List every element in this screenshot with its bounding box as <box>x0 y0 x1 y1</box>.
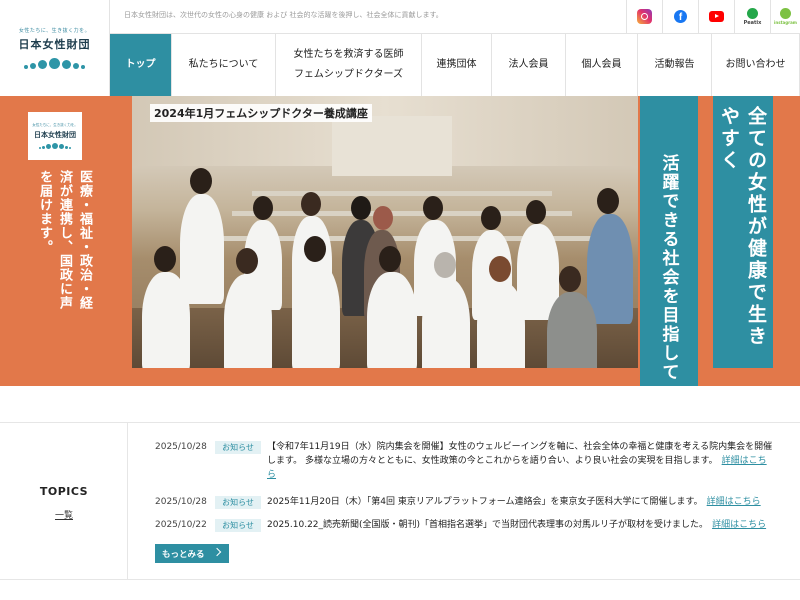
nav-about[interactable]: 私たちについて <box>172 34 276 96</box>
youtube-icon <box>709 11 724 22</box>
sns-links: f Peatix instagram <box>626 0 800 33</box>
header-tagline: 日本女性財団は、次世代の女性の心身の健康 および 社会的な活躍を後押し、社会全体… <box>124 11 443 19</box>
topic-category-badge: お知らせ <box>215 518 261 532</box>
topic-date: 2025/10/22 <box>155 520 207 530</box>
nav-femship-line1: 女性たちを救済する医師 <box>293 49 404 60</box>
hero-badge-dots-icon <box>39 143 71 149</box>
site-header: 女性たちに、生き抜く力を。 日本女性財団 日本女性財団は、次世代の女性の心身の健… <box>0 0 800 96</box>
topic-date: 2025/10/28 <box>155 442 207 452</box>
nav-femship-doctors[interactable]: 女性たちを救済する医師 フェムシップドクターズ <box>276 34 422 96</box>
nav-contact[interactable]: お問い合わせ <box>712 34 800 96</box>
peatix-link[interactable]: Peatix <box>734 0 770 33</box>
topics-sidebar: TOPICS 一覧 <box>0 423 128 580</box>
chevron-right-icon <box>212 547 222 557</box>
hero-banner-inner: 活躍できる社会を目指して <box>640 96 698 386</box>
hero-mission-text: 医療・福祉・政治・経済が連携し、国政に声を届けます。 <box>37 170 92 310</box>
instagram-link[interactable] <box>626 0 662 33</box>
more-topics-button[interactable]: もっとみる <box>155 544 229 563</box>
photo-stage <box>332 116 452 176</box>
logo-tagline: 女性たちに、生き抜く力を。 <box>18 28 91 34</box>
instagram-highlight-link[interactable]: instagram <box>770 0 800 33</box>
facebook-link[interactable]: f <box>662 0 698 33</box>
topic-category-badge: お知らせ <box>215 495 261 509</box>
hero-banner-outer: 全ての女性が健康で生きやすく <box>713 96 773 368</box>
hero-badge-name: 日本女性財団 <box>34 131 76 139</box>
topic-item: 2025/10/28 お知らせ 2025年11月20日（木）「第4回 東京リアル… <box>155 495 775 509</box>
topic-text: 【令和7年11月19日（水）院内集会を開催】女性のウェルビーイングを軸に、社会全… <box>267 442 773 480</box>
topic-detail-link[interactable]: 詳細はこちら <box>712 520 766 530</box>
photo-desk <box>252 191 552 196</box>
site-logo[interactable]: 女性たちに、生き抜く力を。 日本女性財団 <box>0 0 110 96</box>
topics-section: TOPICS 一覧 2025/10/28 お知らせ 【令和7年11月19日（水）… <box>0 422 800 580</box>
topic-text: 2025.10.22_読売新聞(全国版・朝刊)「首相指名選挙」で当財団代表理事の… <box>267 520 767 530</box>
topics-view-all-link[interactable]: 一覧 <box>0 508 128 521</box>
nav-partners[interactable]: 連携団体 <box>422 34 492 96</box>
youtube-link[interactable] <box>698 0 734 33</box>
peatix-icon: Peatix <box>744 7 761 26</box>
photo-caption: 2024年1月フェムシップドクター養成講座 <box>150 104 372 122</box>
hero-logo-badge: 女性たちに、生き抜く力を。 日本女性財団 <box>28 112 82 160</box>
logo-name: 日本女性財団 <box>18 38 91 51</box>
nav-top[interactable]: トップ <box>110 34 172 96</box>
nav-femship-line2: フェムシップドクターズ <box>293 69 404 80</box>
hero-group-photo: 2024年1月フェムシップドクター養成講座 <box>132 96 638 368</box>
topic-item: 2025/10/28 お知らせ 【令和7年11月19日（水）院内集会を開催】女性… <box>155 440 775 482</box>
topic-detail-link[interactable]: 詳細はこちら <box>707 497 761 507</box>
logo-dots-icon <box>24 58 85 69</box>
photo-desk <box>232 211 572 216</box>
topic-date: 2025/10/28 <box>155 497 207 507</box>
more-button-label: もっとみる <box>162 549 205 560</box>
global-nav: トップ 私たちについて 女性たちを救済する医師 フェムシップドクターズ 連携団体… <box>110 33 800 96</box>
facebook-icon: f <box>674 10 687 23</box>
hero-badge-tagline: 女性たちに、生き抜く力を。 <box>32 123 78 127</box>
topic-text: 2025年11月20日（木）「第4回 東京リアルプラットフォーム連絡会」を東京女… <box>267 497 761 507</box>
topic-item: 2025/10/22 お知らせ 2025.10.22_読売新聞(全国版・朝刊)「… <box>155 518 775 532</box>
nav-corporate-members[interactable]: 法人会員 <box>492 34 566 96</box>
instagram-icon <box>637 9 652 24</box>
nav-individual-members[interactable]: 個人会員 <box>566 34 638 96</box>
topics-title: TOPICS <box>39 485 89 498</box>
topic-category-badge: お知らせ <box>215 440 261 454</box>
hero-section: 女性たちに、生き抜く力を。 日本女性財団 医療・福祉・政治・経済が連携し、国政に… <box>0 96 800 386</box>
nav-activity-reports[interactable]: 活動報告 <box>638 34 712 96</box>
instagram-highlight-icon: instagram <box>774 8 797 25</box>
